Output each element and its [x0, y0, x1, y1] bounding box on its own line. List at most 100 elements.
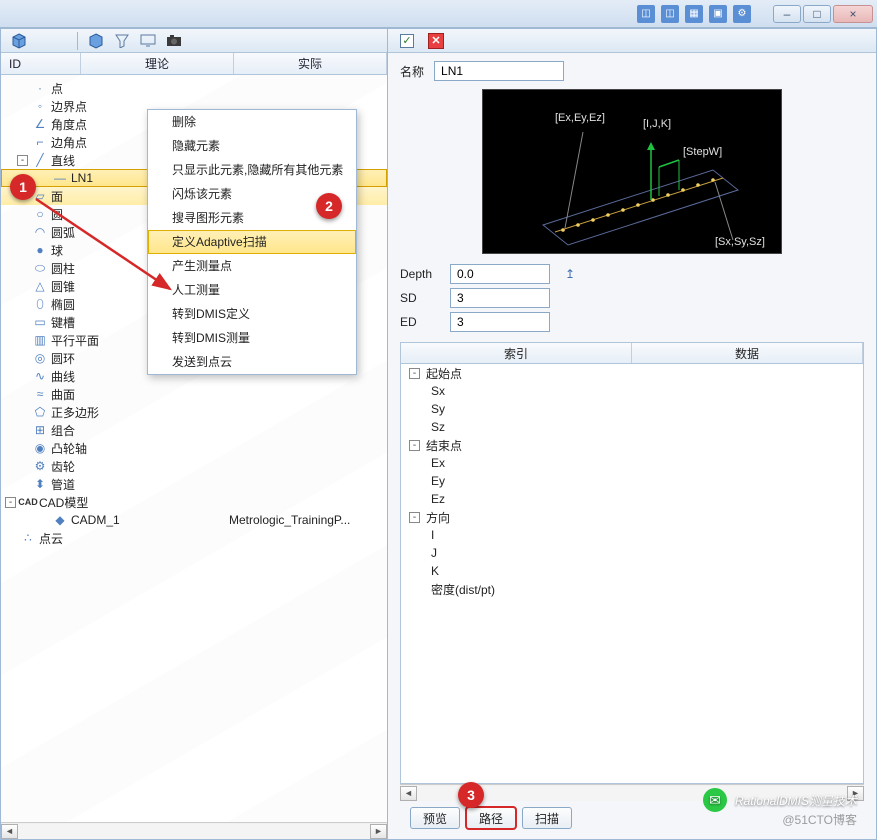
context-menu-item-6[interactable]: 产生测量点 [148, 254, 356, 278]
tree-label: 边界点 [51, 98, 87, 115]
column-id[interactable]: ID [1, 53, 81, 74]
titlebar-icon-2[interactable]: ◫ [661, 5, 679, 23]
confirm-check-icon[interactable]: ✓ [400, 34, 414, 48]
titlebar-icon-1[interactable]: ◫ [637, 5, 655, 23]
diagram-label-stepw: [StepW] [683, 146, 722, 158]
tree-row-group[interactable]: ⊞组合 [1, 421, 387, 439]
grid-expander-icon[interactable]: - [409, 440, 420, 451]
watermark-sub: @51CTO博客 [782, 811, 857, 828]
grid-label: Ey [431, 474, 445, 488]
grid-row[interactable]: -结束点 [401, 436, 863, 454]
grid-row[interactable]: 密度(dist/pt) [401, 580, 863, 598]
grid-row[interactable]: Ez [401, 490, 863, 508]
grid-row[interactable]: Sz [401, 418, 863, 436]
toolbar-cube2-icon[interactable] [88, 33, 104, 49]
diagram-label-ex: [Ex,Ey,Ez] [555, 112, 605, 124]
cam-icon: ◉ [33, 441, 47, 455]
hscroll-track[interactable] [18, 824, 370, 839]
grid-row[interactable]: I [401, 526, 863, 544]
tree-label: 曲面 [51, 386, 75, 403]
toolbar-cube-icon[interactable] [11, 33, 27, 49]
tree-row-pipe[interactable]: ⬍管道 [1, 475, 387, 493]
context-menu-item-1[interactable]: 隐藏元素 [148, 134, 356, 158]
titlebar-icon-4[interactable]: ▣ [709, 5, 727, 23]
toolbar-filter-icon[interactable] [114, 33, 130, 49]
toolbar-monitor-icon[interactable] [140, 33, 156, 49]
grid-row[interactable]: Sx [401, 382, 863, 400]
sd-input[interactable] [450, 288, 550, 308]
grid-row[interactable]: Ey [401, 472, 863, 490]
tree-row-pointcloud[interactable]: ∴点云 [1, 529, 387, 547]
grid-label: I [431, 528, 434, 542]
tree-row-polygon[interactable]: ⬠正多边形 [1, 403, 387, 421]
ed-input[interactable] [450, 312, 550, 332]
cylinder-icon: ⬭ [33, 261, 47, 275]
sd-row: SD [400, 288, 864, 308]
preview-button[interactable]: 预览 [410, 807, 460, 829]
grid-row[interactable]: Ex [401, 454, 863, 472]
context-menu[interactable]: 删除隐藏元素只显示此元素,隐藏所有其他元素闪烁该元素搜寻图形元素定义Adapti… [147, 109, 357, 375]
tree-row-cad-item[interactable]: ◆CADM_1Metrologic_TrainingP... [1, 511, 387, 529]
window-close-button[interactable]: × [833, 5, 873, 23]
grid-expander-icon[interactable]: - [409, 512, 420, 523]
context-menu-item-5[interactable]: 定义Adaptive扫描 [148, 230, 356, 254]
context-menu-item-9[interactable]: 转到DMIS测量 [148, 326, 356, 350]
tree-row-cam[interactable]: ◉凸轮轴 [1, 439, 387, 457]
left-pane: ID 理论 实际 ·点◦边界点∠角度点⌐边角点-╱直线—LN1▱面○圆◠圆弧●球… [0, 28, 388, 840]
grid-body[interactable]: -起始点SxSySz-结束点Ex Ey Ez -方向 IJK密度(dist/pt) [400, 364, 864, 784]
depth-direction-icon[interactable]: ↥ [560, 264, 580, 284]
cancel-x-icon[interactable]: ✕ [428, 33, 444, 49]
grid-expander-icon[interactable]: - [409, 368, 420, 379]
name-row: 名称 [400, 61, 864, 81]
grid-row[interactable]: -方向 [401, 508, 863, 526]
grid-row[interactable]: Sy [401, 400, 863, 418]
grid-label: Ez [431, 492, 445, 506]
line-icon: ╱ [33, 153, 47, 167]
column-theory[interactable]: 理论 [81, 53, 234, 74]
scan-button[interactable]: 扫描 [522, 807, 572, 829]
tree-label: 圆环 [51, 350, 75, 367]
grid-col-data[interactable]: 数据 [632, 343, 863, 363]
grid-row[interactable]: J [401, 544, 863, 562]
diagram-label-sx: [Sx,Sy,Sz] [715, 236, 765, 248]
titlebar-icon-3[interactable]: ▦ [685, 5, 703, 23]
corner-point-icon: ⌐ [33, 135, 47, 149]
tree-expander-icon[interactable]: - [5, 497, 16, 508]
right-hscroll-left-button[interactable]: ◄ [400, 786, 417, 801]
context-menu-item-7[interactable]: 人工测量 [148, 278, 356, 302]
slot-icon: ▭ [33, 315, 47, 329]
ed-label: ED [400, 315, 440, 329]
hscroll-right-button[interactable]: ► [370, 824, 387, 839]
path-button[interactable]: 路径 [466, 807, 516, 829]
column-actual[interactable]: 实际 [234, 53, 387, 74]
plane-parallel-icon: ▥ [33, 333, 47, 347]
grid-row[interactable]: K [401, 562, 863, 580]
pipe-icon: ⬍ [33, 477, 47, 491]
name-input[interactable] [434, 61, 564, 81]
context-menu-item-10[interactable]: 发送到点云 [148, 350, 356, 374]
depth-input[interactable] [450, 264, 550, 284]
context-menu-item-2[interactable]: 只显示此元素,隐藏所有其他元素 [148, 158, 356, 182]
tree-label: 圆弧 [51, 224, 75, 241]
titlebar-icon-5[interactable]: ⚙ [733, 5, 751, 23]
left-hscroll[interactable]: ◄ ► [1, 822, 387, 839]
tree-row-gear[interactable]: ⚙齿轮 [1, 457, 387, 475]
grid-row[interactable]: -起始点 [401, 364, 863, 382]
hscroll-left-button[interactable]: ◄ [1, 824, 18, 839]
diagram-label-ijk: [I,J,K] [643, 118, 671, 130]
tree-row-point[interactable]: ·点 [1, 79, 387, 97]
tree-row-surface-curve[interactable]: ≈曲面 [1, 385, 387, 403]
tree-label: 圆柱 [51, 260, 75, 277]
watermark-text: RationalDMIS测量技术 [735, 792, 857, 809]
window-minimize-button[interactable]: – [773, 5, 801, 23]
gear-icon: ⚙ [33, 459, 47, 473]
toolbar-camera-icon[interactable] [166, 33, 182, 49]
context-menu-item-0[interactable]: 删除 [148, 110, 356, 134]
tree-expander-icon[interactable]: - [17, 155, 28, 166]
tree-label: 角度点 [51, 116, 87, 133]
grid-col-index[interactable]: 索引 [401, 343, 632, 363]
context-menu-item-8[interactable]: 转到DMIS定义 [148, 302, 356, 326]
tree-row-cad[interactable]: -CADCAD模型 [1, 493, 387, 511]
window-maximize-button[interactable]: □ [803, 5, 831, 23]
tree-label: 球 [51, 242, 63, 259]
